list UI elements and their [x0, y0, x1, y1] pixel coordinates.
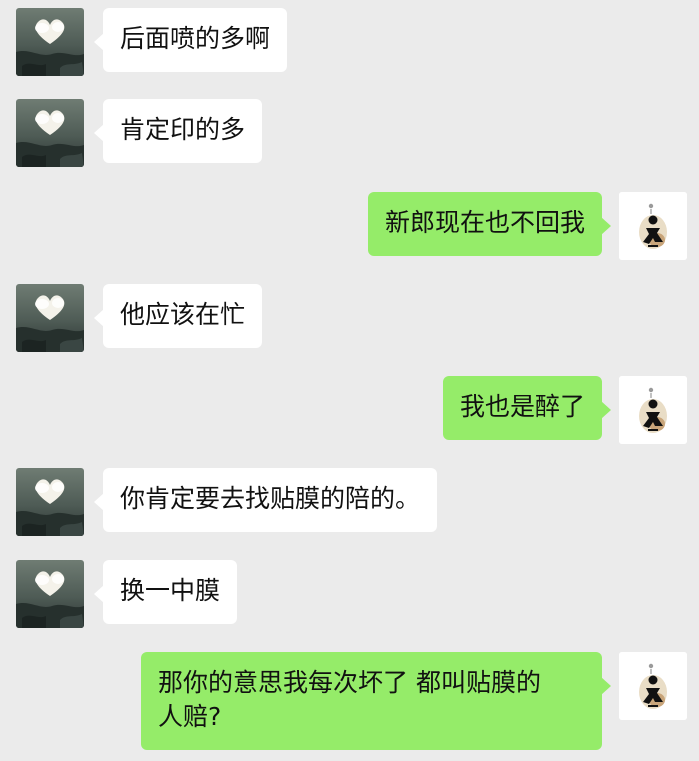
outgoing-message-bubble[interactable]: 我也是醉了	[442, 376, 612, 440]
chat-area[interactable]: 后面喷的多啊 肯定印的多 新郎现在也不回我 他应该在忙 我也是醉了 你肯定要去找…	[0, 0, 699, 761]
contact-avatar-icon[interactable]	[16, 560, 84, 628]
my-avatar-icon[interactable]	[619, 376, 687, 444]
contact-avatar-icon[interactable]	[16, 284, 84, 352]
incoming-message-bubble[interactable]: 肯定印的多	[93, 99, 263, 163]
my-avatar-icon[interactable]	[619, 652, 687, 720]
contact-avatar-icon[interactable]	[16, 468, 84, 536]
incoming-message-bubble[interactable]: 他应该在忙	[93, 284, 263, 348]
my-avatar-icon[interactable]	[619, 192, 687, 260]
message-line: 那你的意思我每次坏了 都叫贴膜的	[158, 668, 541, 697]
incoming-message-bubble[interactable]: 你肯定要去找贴膜的陪的。	[93, 468, 438, 532]
incoming-message-bubble[interactable]: 后面喷的多啊	[93, 8, 288, 72]
outgoing-message-bubble[interactable]: 新郎现在也不回我	[367, 192, 612, 256]
outgoing-message-bubble[interactable]: 那你的意思我每次坏了 都叫贴膜的 人赔?	[141, 652, 611, 750]
message-line: 人赔?	[158, 702, 222, 731]
contact-avatar-icon[interactable]	[16, 8, 84, 76]
incoming-message-bubble[interactable]: 换一中膜	[93, 560, 238, 624]
contact-avatar-icon[interactable]	[16, 99, 84, 167]
